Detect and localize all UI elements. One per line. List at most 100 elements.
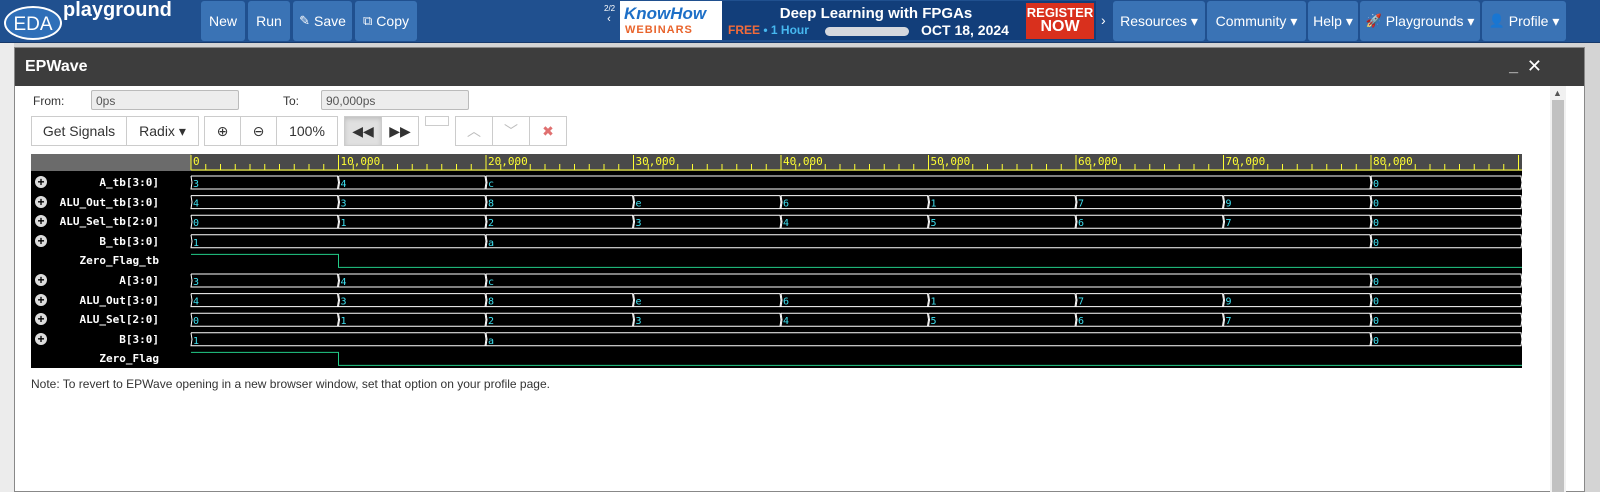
chevron-up-icon: ︿	[467, 123, 481, 139]
move-up-button[interactable]: ︿	[455, 116, 493, 146]
bus-value-label: 7	[1078, 297, 1084, 308]
radix-dropdown[interactable]: Radix ▾	[126, 116, 199, 146]
register-now-button[interactable]: REGISTER NOW	[1026, 3, 1094, 39]
expand-plus-icon[interactable]: +	[35, 332, 47, 345]
expand-plus-icon[interactable]: +	[35, 274, 47, 286]
get-signals-button[interactable]: Get Signals	[31, 116, 127, 146]
signal-name[interactable]: A[3:0]	[51, 274, 159, 287]
scroll-to-start-button[interactable]: ◀◀	[344, 116, 382, 146]
bus-segment	[927, 293, 1077, 308]
bus-value-label: c	[488, 179, 494, 190]
bus-segment	[1075, 312, 1225, 327]
bus-segment	[632, 195, 782, 210]
chevron-right-icon[interactable]: ›	[1101, 12, 1106, 28]
eda-logo[interactable]: EDA	[4, 6, 62, 40]
bus-segment	[1075, 293, 1225, 308]
resources-menu-label: Resources ▾	[1120, 12, 1198, 29]
bus-segment	[1222, 214, 1372, 229]
signal-name[interactable]: Zero_Flag_tb	[51, 254, 159, 267]
copy-icon: ⧉	[363, 13, 373, 28]
expand-plus-icon[interactable]: +	[35, 234, 47, 247]
bus-value-label: 7	[1226, 218, 1232, 229]
signal-name[interactable]: B[3:0]	[51, 333, 159, 346]
bus-value-label: 7	[1226, 316, 1232, 327]
zoom-level[interactable]: 100%	[276, 116, 338, 146]
waveform-viewer[interactable]: 0 10,000 20,000 30,000 40,000 50,000 60,000 70,…	[31, 154, 1522, 368]
zoom-in-icon: ⊕	[216, 122, 229, 139]
bus-value-label: 9	[1226, 297, 1232, 308]
banner-pager[interactable]: 2/2 ‹	[604, 4, 616, 25]
bus-value-label: 0	[1373, 277, 1379, 288]
zoom-in-button[interactable]: ⊕	[204, 116, 241, 146]
run-button[interactable]: Run	[248, 1, 290, 41]
help-menu-label: Help ▾	[1313, 12, 1353, 29]
to-field[interactable]: 90,000ps	[321, 90, 469, 110]
signal-name[interactable]: B_tb[3:0]	[51, 235, 159, 248]
from-field[interactable]: 0ps	[91, 90, 239, 110]
bus-value-label: 6	[783, 199, 789, 210]
bus-segment	[927, 195, 1077, 210]
minimize-icon[interactable]: _	[1509, 58, 1518, 76]
signal-name[interactable]: ALU_Out[3:0]	[51, 294, 159, 307]
zoom-out-button[interactable]: ⊖	[240, 116, 277, 146]
waveform-canvas[interactable]: 0 10,000 20,000 30,000 40,000 50,000 60,000 70,…	[31, 154, 1522, 368]
bus-segment	[485, 195, 635, 210]
new-button[interactable]: New	[201, 1, 245, 41]
ruler-label: 20,000	[488, 155, 528, 168]
signal-name[interactable]: ALU_Out_tb[3:0]	[51, 196, 159, 209]
run-button-label: Run	[256, 13, 282, 29]
bus-value-label: 5	[931, 218, 937, 229]
move-down-button[interactable]: ﹀	[492, 116, 530, 146]
expand-plus-icon[interactable]: +	[35, 195, 47, 208]
pencil-icon: ✎	[299, 13, 310, 28]
banner-page-count: 2/2	[604, 4, 616, 13]
remove-signal-button[interactable]: ✖	[529, 116, 567, 146]
signal-name[interactable]: A_tb[3:0]	[51, 176, 159, 189]
bus-segment	[190, 175, 340, 190]
signal-name[interactable]: Zero_Flag	[51, 352, 159, 365]
bus-value-label: 3	[341, 297, 347, 308]
bus-value-label: 7	[1078, 199, 1084, 210]
vertical-scrollbar[interactable]: ▲	[1550, 86, 1566, 492]
scroll-up-icon[interactable]: ▲	[1553, 88, 1562, 98]
save-button[interactable]: ✎ Save	[293, 1, 352, 41]
close-icon[interactable]: ✕	[1527, 56, 1542, 77]
webinar-banner[interactable]: KnowHow WEBINARS Deep Learning with FPGA…	[620, 1, 1096, 40]
copy-button[interactable]: ⧉ Copy	[355, 1, 417, 41]
resources-menu[interactable]: Resources ▾	[1113, 1, 1205, 41]
bus-segment	[337, 175, 487, 190]
blank-toggle-button[interactable]	[425, 116, 449, 126]
bus-segment	[780, 214, 930, 229]
bus-segment	[190, 214, 340, 229]
bus-segment	[1370, 175, 1522, 190]
bus-value-label: c	[488, 277, 494, 288]
bus-value-label: 6	[1078, 218, 1084, 229]
bus-value-label: 3	[636, 218, 642, 229]
bus-value-label: 0	[1373, 297, 1379, 308]
help-menu[interactable]: Help ▾	[1308, 1, 1358, 41]
epwave-modal: EPWave _ ✕ ▲ From: 0ps To: 90,000ps Get …	[14, 47, 1585, 492]
bus-segment	[485, 312, 635, 327]
bus-value-label: 0	[193, 218, 199, 229]
playgrounds-menu[interactable]: 🚀 Playgrounds ▾	[1360, 1, 1480, 41]
community-menu[interactable]: Community ▾	[1207, 1, 1306, 41]
expand-plus-icon[interactable]: +	[35, 176, 47, 188]
scrollbar-thumb[interactable]	[1552, 100, 1564, 492]
background-page-edge	[0, 43, 14, 492]
ruler-label: 40,000	[783, 155, 823, 168]
bus-value-label: 6	[783, 297, 789, 308]
modal-title: EPWave	[25, 58, 88, 75]
fast-forward-icon: ▶▶	[389, 122, 411, 139]
to-label: To:	[283, 94, 300, 108]
bus-value-label: 4	[341, 179, 347, 190]
bus-segment	[337, 312, 487, 327]
brand-name[interactable]: playground	[63, 0, 172, 22]
profile-menu[interactable]: 👤 Profile ▾	[1482, 1, 1566, 41]
bus-value-label: 3	[193, 277, 199, 288]
signal-name[interactable]: ALU_Sel_tb[2:0]	[51, 215, 159, 228]
expand-plus-icon[interactable]: +	[35, 293, 47, 306]
scroll-to-end-button[interactable]: ▶▶	[381, 116, 419, 146]
bus-segment	[927, 214, 1077, 229]
signal-name[interactable]: ALU_Sel[2:0]	[51, 313, 159, 326]
bit-trace	[191, 351, 1522, 366]
